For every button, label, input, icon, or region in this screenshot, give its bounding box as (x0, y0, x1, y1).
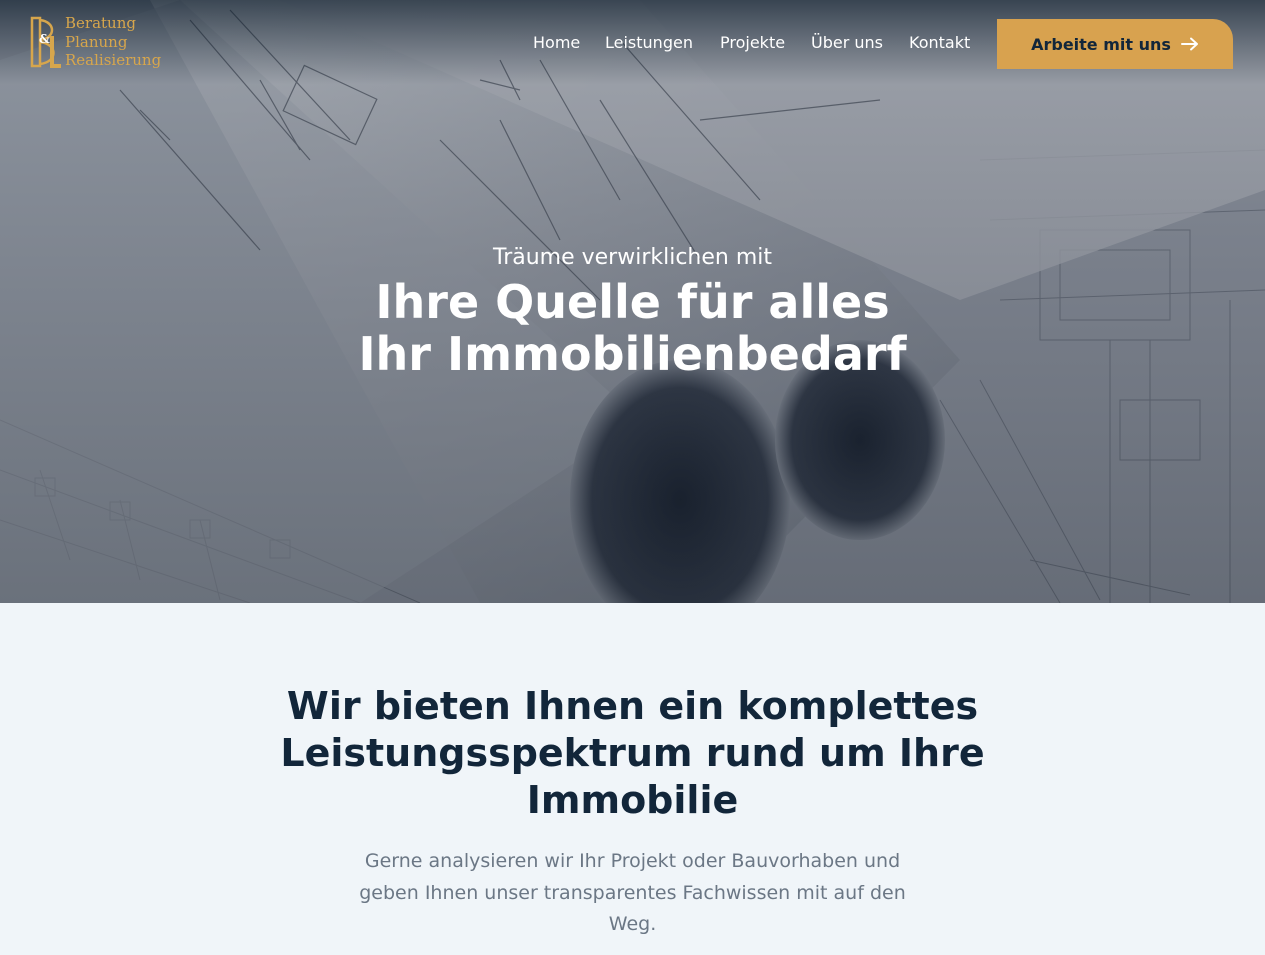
hero-title-line-1: Ihre Quelle für alles (375, 275, 890, 329)
arrow-right-icon (1180, 37, 1198, 51)
hero-section: & Beratung Planung Realisierung Home Lei… (0, 0, 1265, 603)
hero-subtitle: Träume verwirklichen mit (492, 245, 773, 270)
svg-text:&: & (39, 32, 50, 46)
services-text: Gerne analysieren wir Ihr Projekt oder B… (359, 850, 906, 935)
hero-title: Ihre Quelle für alles Ihr Immobilienbeda… (0, 276, 1265, 380)
logo-line-1: Beratung (65, 14, 136, 32)
hero-title-line-2: Ihr Immobilienbedarf (358, 327, 907, 381)
nav-item-kontakt[interactable]: Kontakt (909, 33, 970, 52)
logo-line-2: Planung (65, 32, 128, 51)
cta-label: Arbeite mit uns (1031, 34, 1171, 54)
nav-item-ueber-uns[interactable]: Über uns (811, 33, 883, 52)
logo-line-3: Realisierung (65, 51, 162, 69)
work-with-us-button[interactable]: Arbeite mit uns (997, 19, 1233, 69)
logo-monogram-icon: & (30, 16, 61, 68)
nav-item-home[interactable]: Home (533, 33, 580, 52)
company-logo[interactable]: & Beratung Planung Realisierung (30, 14, 161, 74)
nav-item-projekte[interactable]: Projekte (720, 33, 785, 52)
services-title: Wir bieten Ihnen ein komplettes Leistung… (280, 684, 985, 822)
logo-text: Beratung Planung Realisierung (65, 14, 161, 70)
nav-item-leistungen[interactable]: Leistungen (605, 33, 693, 52)
